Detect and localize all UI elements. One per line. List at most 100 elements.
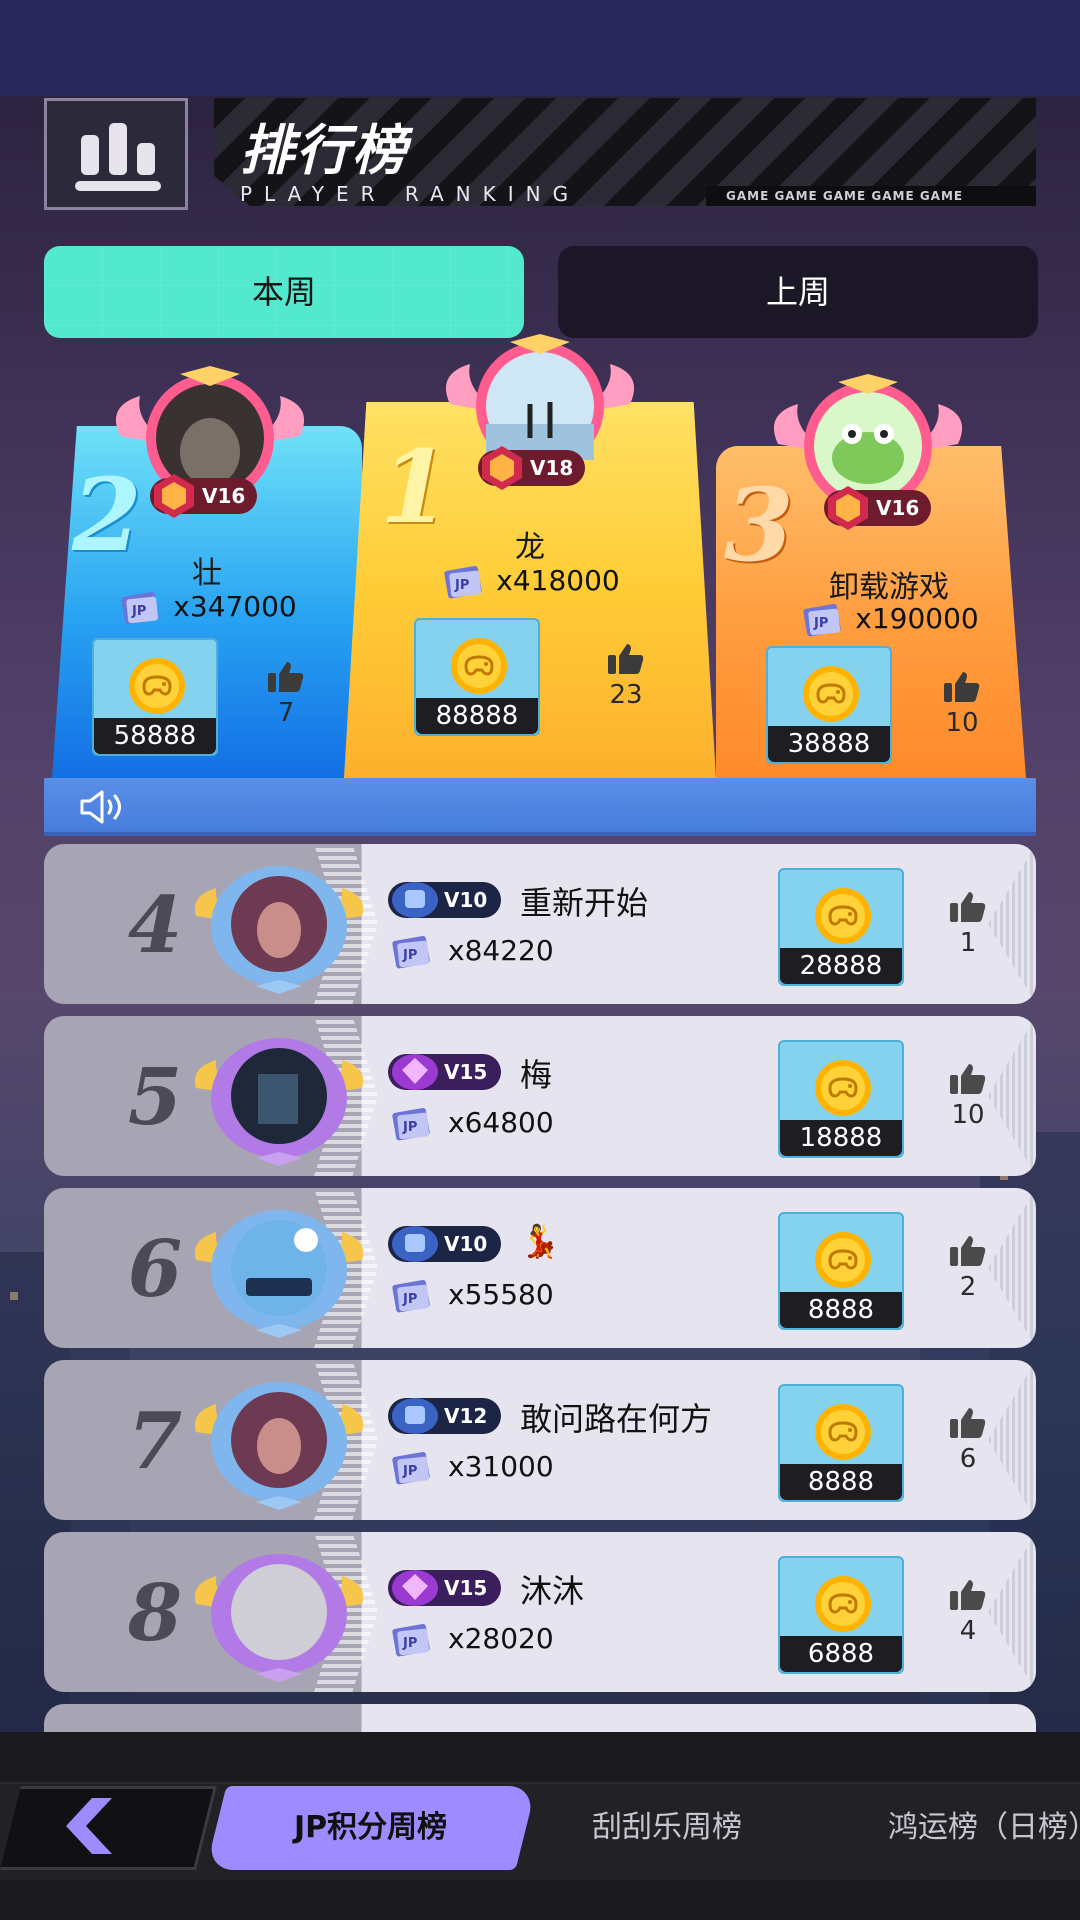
thumbs-up-icon: [944, 672, 980, 702]
jp-jackpot-icon: JP: [392, 935, 430, 969]
vip-gem-icon: [392, 1226, 438, 1262]
coin-count: 88888: [416, 698, 538, 734]
like-button[interactable]: 7: [256, 660, 316, 728]
vip-badge: V12: [388, 1398, 502, 1434]
vip-gem-icon: [392, 1570, 438, 1606]
player-name: 沐沐: [520, 1572, 585, 1610]
player-score: JP x28020: [388, 1620, 554, 1660]
like-button[interactable]: 6: [938, 1406, 998, 1474]
avatar: [194, 1382, 364, 1510]
vip-badge: V10: [388, 882, 502, 918]
podium-score-value: x190000: [855, 602, 979, 635]
thumbs-up-icon: [268, 662, 304, 692]
vip-gem-icon: [392, 1054, 438, 1090]
vip-badge: V10: [388, 1226, 502, 1262]
thumbs-up-icon: [950, 1064, 986, 1094]
like-count: 23: [609, 680, 643, 710]
thumbs-up-icon: [950, 1580, 986, 1610]
svg-text:JP: JP: [402, 948, 417, 963]
like-count: 2: [959, 1272, 977, 1302]
vip-badge: V18: [478, 446, 586, 490]
jp-jackpot-icon: JP: [392, 1623, 430, 1657]
ranking-row[interactable]: 6 V10 💃 JP x55580 8888 2: [44, 1188, 1036, 1348]
vip-gem-icon: [482, 446, 522, 490]
coin-card: 38888: [766, 646, 892, 764]
player-name: 梅: [520, 1056, 553, 1094]
ranking-row[interactable]: 7 V12 敢问路在何方 JP x31000 8888 6: [44, 1360, 1036, 1520]
player-name: 重新开始: [520, 884, 649, 922]
like-count: 1: [959, 928, 977, 958]
vip-gem-icon: [828, 486, 868, 530]
player-score: JP x31000: [388, 1448, 554, 1488]
svg-text:JP: JP: [131, 604, 146, 619]
avatar: [194, 1554, 364, 1682]
gamepad-coin-icon: [803, 666, 859, 722]
player-score: JP x64800: [388, 1104, 554, 1144]
jp-jackpot-icon: JP: [392, 1107, 430, 1141]
tab-scratch-weekly[interactable]: 刮刮乐周榜: [592, 1786, 742, 1870]
podium-score: JP x418000: [344, 562, 716, 602]
tab-fortune-daily[interactable]: 鸿运榜（日榜）: [888, 1786, 1080, 1870]
tab-this-week[interactable]: 本周: [44, 246, 524, 338]
svg-text:JP: JP: [813, 616, 828, 631]
tab-jp-weekly[interactable]: JP积分周榜: [205, 1786, 537, 1870]
vip-badge: V16: [150, 474, 258, 518]
like-count: 4: [959, 1616, 977, 1646]
jp-jackpot-icon: JP: [444, 565, 482, 599]
like-button[interactable]: 4: [938, 1578, 998, 1646]
coin-count: 38888: [768, 726, 890, 762]
gamepad-coin-icon: [815, 1576, 871, 1632]
coin-count: 8888: [780, 1464, 902, 1500]
gamepad-coin-icon: [815, 1404, 871, 1460]
coin-card: 58888: [92, 638, 218, 756]
svg-text:JP: JP: [402, 1636, 417, 1651]
coin-card: 18888: [778, 1040, 904, 1158]
like-count: 10: [951, 1100, 985, 1130]
svg-text:JP: JP: [402, 1292, 417, 1307]
coin-count: 28888: [780, 948, 902, 984]
svg-text:JP: JP: [402, 1464, 417, 1479]
jp-jackpot-icon: JP: [121, 591, 159, 625]
coin-card: 28888: [778, 868, 904, 986]
ranking-row[interactable]: 4 V10 重新开始 JP x84220 28888 1: [44, 844, 1036, 1004]
gamepad-coin-icon: [451, 638, 507, 694]
coin-count: 6888: [780, 1636, 902, 1672]
gamepad-coin-icon: [129, 658, 185, 714]
ranking-row-partial[interactable]: [44, 1704, 1036, 1732]
podium-score: JP x347000: [52, 588, 362, 628]
podium-player-name: 龙: [515, 530, 545, 565]
podium-score-value: x347000: [173, 590, 297, 623]
thumbs-up-icon: [950, 1408, 986, 1438]
ranking-row[interactable]: 5 V15 梅 JP x64800 18888 10: [44, 1016, 1036, 1176]
like-count: 7: [277, 698, 295, 728]
vip-gem-icon: [392, 1398, 438, 1434]
thumbs-up-icon: [608, 644, 644, 674]
thumbs-up-icon: [950, 892, 986, 922]
gamepad-coin-icon: [815, 888, 871, 944]
like-button[interactable]: 23: [596, 642, 656, 710]
jp-jackpot-icon: JP: [392, 1279, 430, 1313]
chevron-left-icon[interactable]: [62, 1796, 118, 1856]
speaker-icon[interactable]: [78, 790, 130, 824]
like-button[interactable]: 2: [938, 1234, 998, 1302]
like-button[interactable]: 1: [938, 890, 998, 958]
gamepad-coin-icon: [815, 1060, 871, 1116]
like-button[interactable]: 10: [938, 1062, 998, 1130]
coin-count: 18888: [780, 1120, 902, 1156]
like-button[interactable]: 10: [932, 670, 992, 738]
page-subtitle: PLAYER RANKING: [240, 182, 581, 206]
like-count: 6: [959, 1444, 977, 1474]
podium-score-value: x418000: [496, 564, 620, 597]
announcement-bar[interactable]: [44, 778, 1036, 836]
vip-badge: V15: [388, 1570, 502, 1606]
ranking-row[interactable]: 8 V15 沐沐 JP x28020 6888 4: [44, 1532, 1036, 1692]
svg-text:JP: JP: [454, 578, 469, 593]
coin-card: 6888: [778, 1556, 904, 1674]
player-score: JP x55580: [388, 1276, 554, 1316]
gamepad-coin-icon: [815, 1232, 871, 1288]
coin-count: 8888: [780, 1292, 902, 1328]
tab-last-week[interactable]: 上周: [558, 246, 1038, 338]
vip-gem-icon: [154, 474, 194, 518]
coin-count: 58888: [94, 718, 216, 754]
thumbs-up-icon: [950, 1236, 986, 1266]
